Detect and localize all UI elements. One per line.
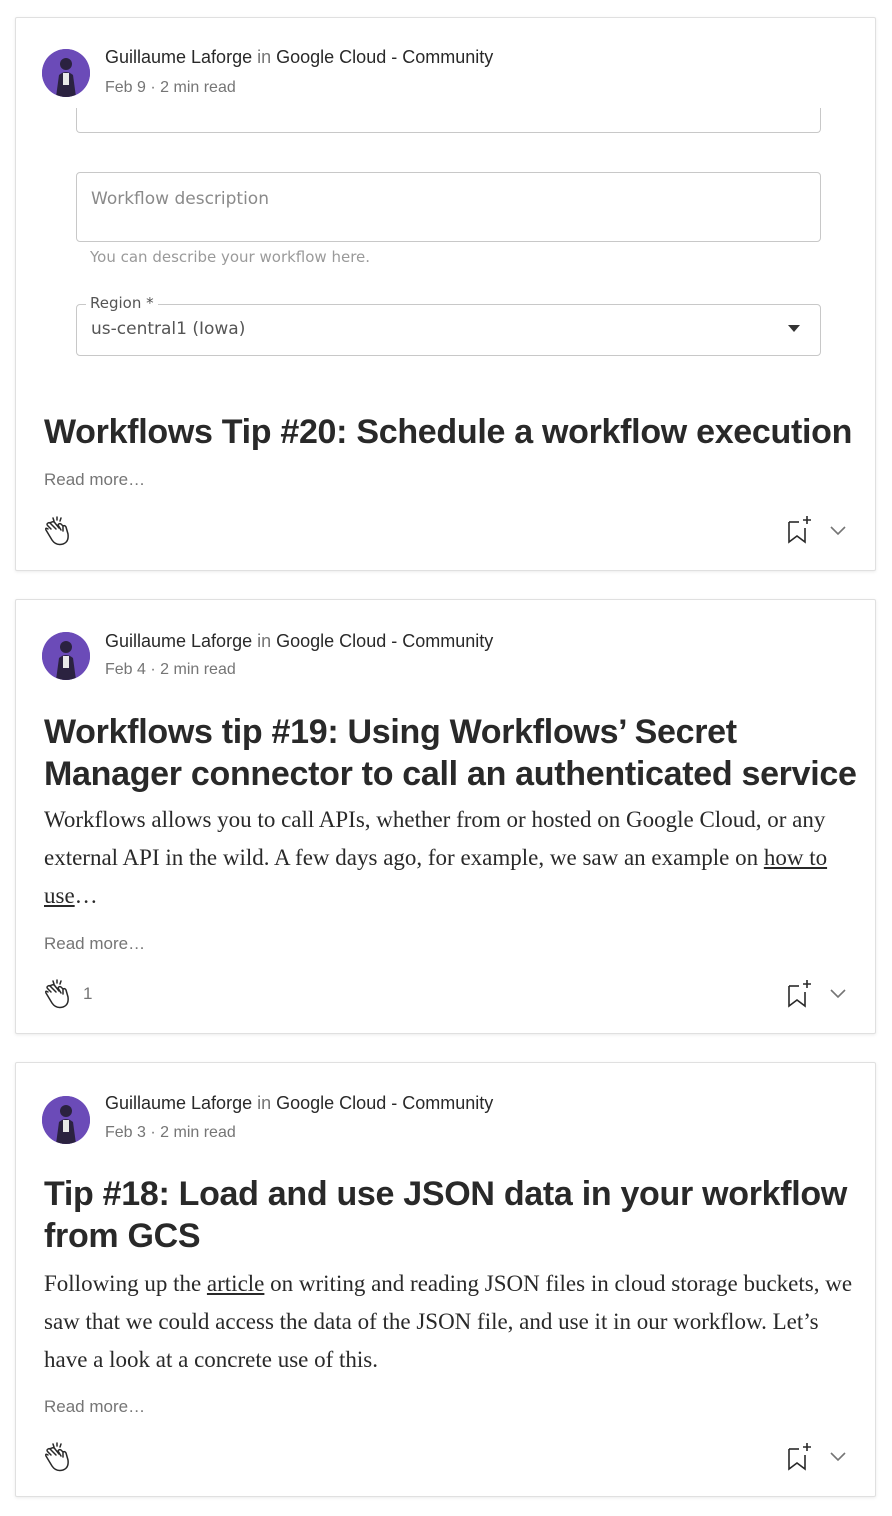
- post-title[interactable]: Tip #18: Load and use JSON data in your …: [44, 1173, 864, 1257]
- author-avatar[interactable]: [42, 1096, 90, 1144]
- publication-name[interactable]: Google Cloud - Community: [276, 47, 493, 67]
- chevron-down-icon[interactable]: [828, 523, 848, 537]
- byline-in: in: [257, 631, 272, 651]
- post-date[interactable]: Feb 3: [105, 1124, 146, 1141]
- read-more-link[interactable]: Read more…: [44, 1397, 145, 1417]
- avatar-image: [42, 49, 90, 97]
- meta-separator: ·: [150, 1124, 156, 1141]
- excerpt-text: Following up the: [44, 1271, 207, 1296]
- meta-separator: ·: [150, 661, 156, 678]
- post-meta: Feb 4 · 2 min read: [105, 661, 236, 679]
- author-name[interactable]: Guillaume Laforge: [105, 47, 252, 67]
- excerpt-text: Workflows allows you to call APIs, wheth…: [44, 807, 826, 870]
- read-time: 2 min read: [160, 661, 236, 678]
- bookmark-add-icon[interactable]: [786, 514, 812, 544]
- byline: Guillaume Laforge in Google Cloud - Comm…: [105, 1093, 493, 1114]
- post-preview-image[interactable]: Workflow description You can describe yo…: [16, 108, 877, 388]
- clap-icon[interactable]: [42, 1441, 76, 1475]
- chevron-down-icon[interactable]: [828, 1449, 848, 1463]
- bookmark-add-icon[interactable]: [786, 1441, 812, 1471]
- author-name[interactable]: Guillaume Laforge: [105, 1093, 252, 1113]
- read-time: 2 min read: [160, 1124, 236, 1141]
- post-date[interactable]: Feb 9: [105, 79, 146, 96]
- meta-separator: ·: [150, 79, 156, 96]
- read-time: 2 min read: [160, 79, 236, 96]
- excerpt-link[interactable]: article: [207, 1271, 264, 1296]
- byline: Guillaume Laforge in Google Cloud - Comm…: [105, 47, 493, 68]
- image-description-placeholder: Workflow description: [91, 189, 269, 209]
- image-region-value: us-central1 (Iowa): [91, 319, 246, 339]
- post-meta: Feb 9 · 2 min read: [105, 79, 236, 97]
- excerpt-ellipsis: …: [74, 883, 98, 908]
- author-avatar[interactable]: [42, 632, 90, 680]
- post-card: Guillaume Laforge in Google Cloud - Comm…: [15, 17, 876, 571]
- post-excerpt[interactable]: Following up the article on writing and …: [44, 1265, 864, 1379]
- image-region-select: us-central1 (Iowa): [76, 304, 821, 356]
- byline: Guillaume Laforge in Google Cloud - Comm…: [105, 631, 493, 652]
- publication-name[interactable]: Google Cloud - Community: [276, 1093, 493, 1113]
- avatar-image: [42, 632, 90, 680]
- dropdown-triangle-icon: [788, 325, 800, 332]
- clap-icon[interactable]: [42, 515, 76, 549]
- post-title[interactable]: Workflows tip #19: Using Workflows’ Secr…: [44, 711, 864, 795]
- image-description-field: Workflow description: [76, 172, 821, 242]
- bookmark-add-icon[interactable]: [786, 978, 812, 1008]
- post-title[interactable]: Workflows Tip #20: Schedule a workflow e…: [44, 411, 864, 453]
- byline-in: in: [257, 1093, 272, 1113]
- author-avatar[interactable]: [42, 49, 90, 97]
- read-more-link[interactable]: Read more…: [44, 934, 145, 954]
- post-excerpt[interactable]: Workflows allows you to call APIs, wheth…: [44, 801, 864, 915]
- post-meta: Feb 3 · 2 min read: [105, 1124, 236, 1142]
- author-name[interactable]: Guillaume Laforge: [105, 631, 252, 651]
- avatar-image: [42, 1096, 90, 1144]
- post-date[interactable]: Feb 4: [105, 661, 146, 678]
- post-card: Guillaume Laforge in Google Cloud - Comm…: [15, 599, 876, 1034]
- clap-count[interactable]: 1: [83, 984, 92, 1004]
- post-card: Guillaume Laforge in Google Cloud - Comm…: [15, 1062, 876, 1497]
- read-more-link[interactable]: Read more…: [44, 470, 145, 490]
- image-description-helper: You can describe your workflow here.: [90, 248, 371, 266]
- publication-name[interactable]: Google Cloud - Community: [276, 631, 493, 651]
- image-region-label: Region *: [86, 294, 158, 312]
- chevron-down-icon[interactable]: [828, 986, 848, 1000]
- image-cut-field: [76, 108, 821, 133]
- byline-in: in: [257, 47, 272, 67]
- clap-icon[interactable]: [42, 978, 76, 1012]
